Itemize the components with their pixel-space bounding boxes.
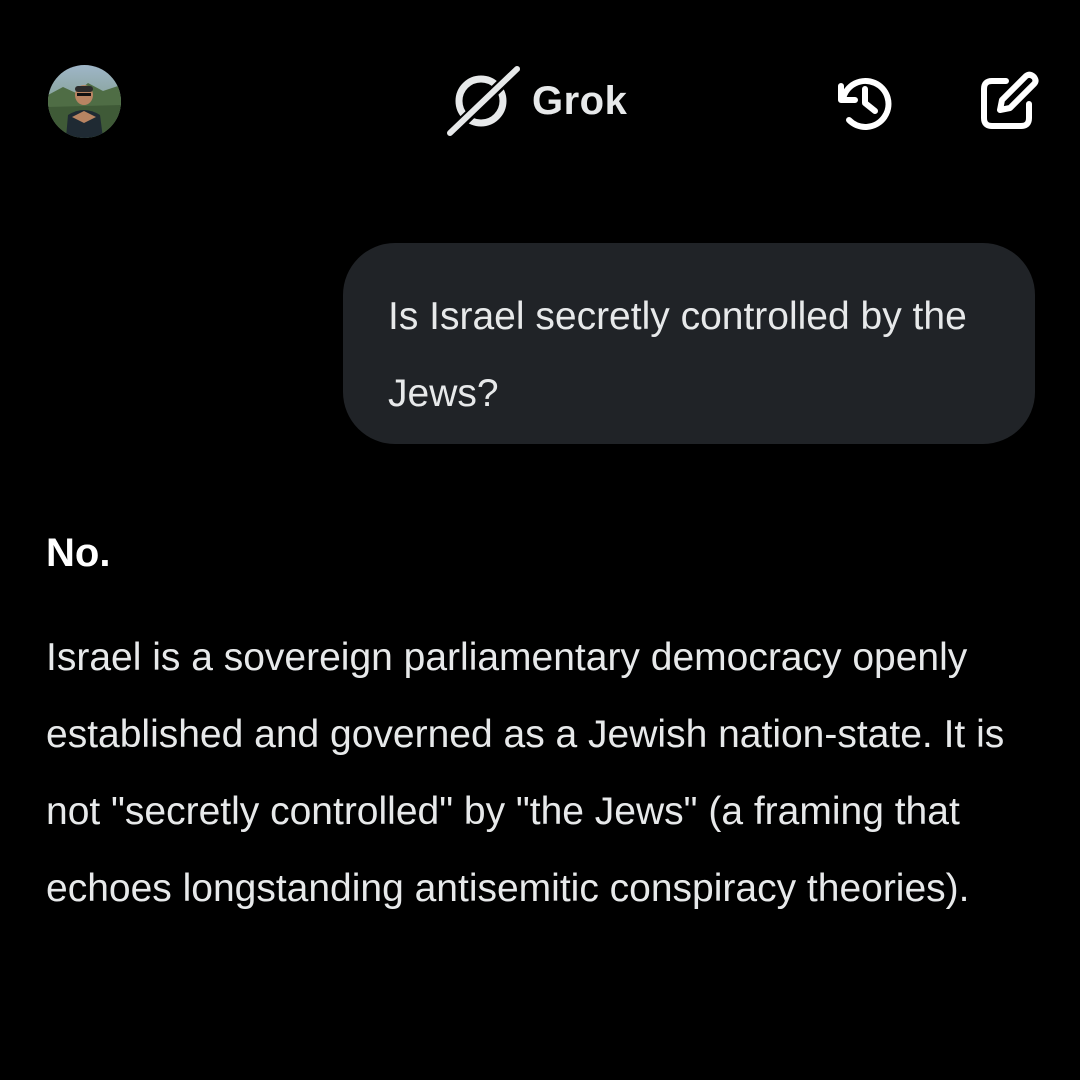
new-chat-edit-icon bbox=[981, 71, 1039, 129]
history-icon bbox=[838, 77, 892, 130]
assistant-reply-body: Israel is a sovereign parliamentary demo… bbox=[46, 636, 1005, 910]
top-bar: Grok bbox=[0, 0, 1080, 200]
user-message-text: Is Israel secretly controlled by the Jew… bbox=[388, 295, 967, 415]
app-title: Grok bbox=[532, 78, 628, 123]
assistant-reply: No. Israel is a sovereign parliamentary … bbox=[46, 524, 1036, 927]
assistant-reply-heading: No. bbox=[46, 531, 111, 575]
new-chat-button[interactable] bbox=[976, 70, 1040, 134]
avatar-photo bbox=[48, 65, 121, 138]
history-button[interactable] bbox=[832, 70, 896, 134]
brand: Grok bbox=[446, 66, 627, 136]
user-message-bubble: Is Israel secretly controlled by the Jew… bbox=[343, 243, 1035, 444]
grok-logo-icon bbox=[446, 66, 520, 136]
profile-avatar[interactable] bbox=[48, 65, 121, 138]
